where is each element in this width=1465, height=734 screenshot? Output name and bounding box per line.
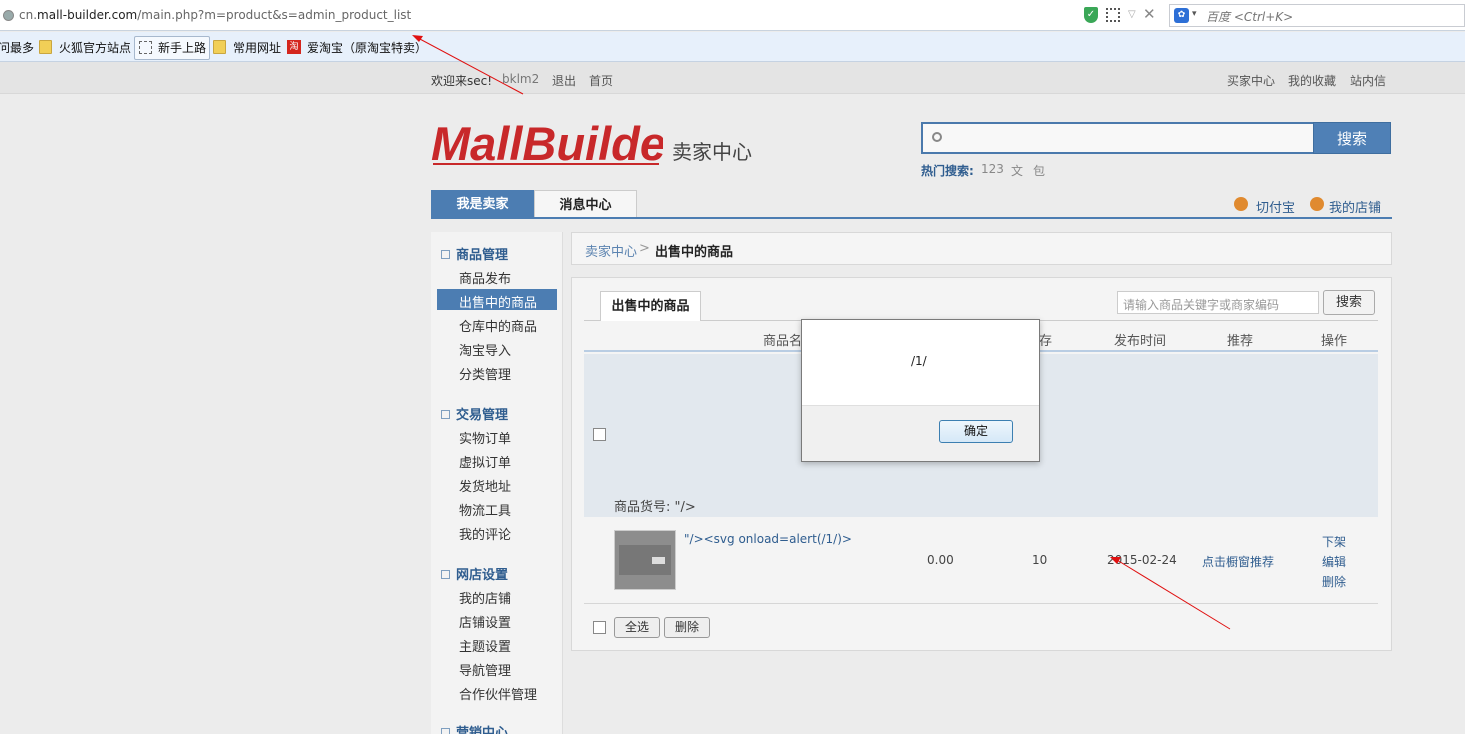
annotation-arrow-url	[417, 37, 524, 95]
alert-message: /1/	[911, 354, 927, 368]
annotation-arrow-row	[1116, 559, 1231, 630]
arrowhead-icon	[412, 35, 423, 42]
arrowhead-icon	[1110, 557, 1121, 564]
alert-ok-button[interactable]: 确定	[939, 420, 1013, 443]
annotation-arrows	[412, 35, 1231, 630]
